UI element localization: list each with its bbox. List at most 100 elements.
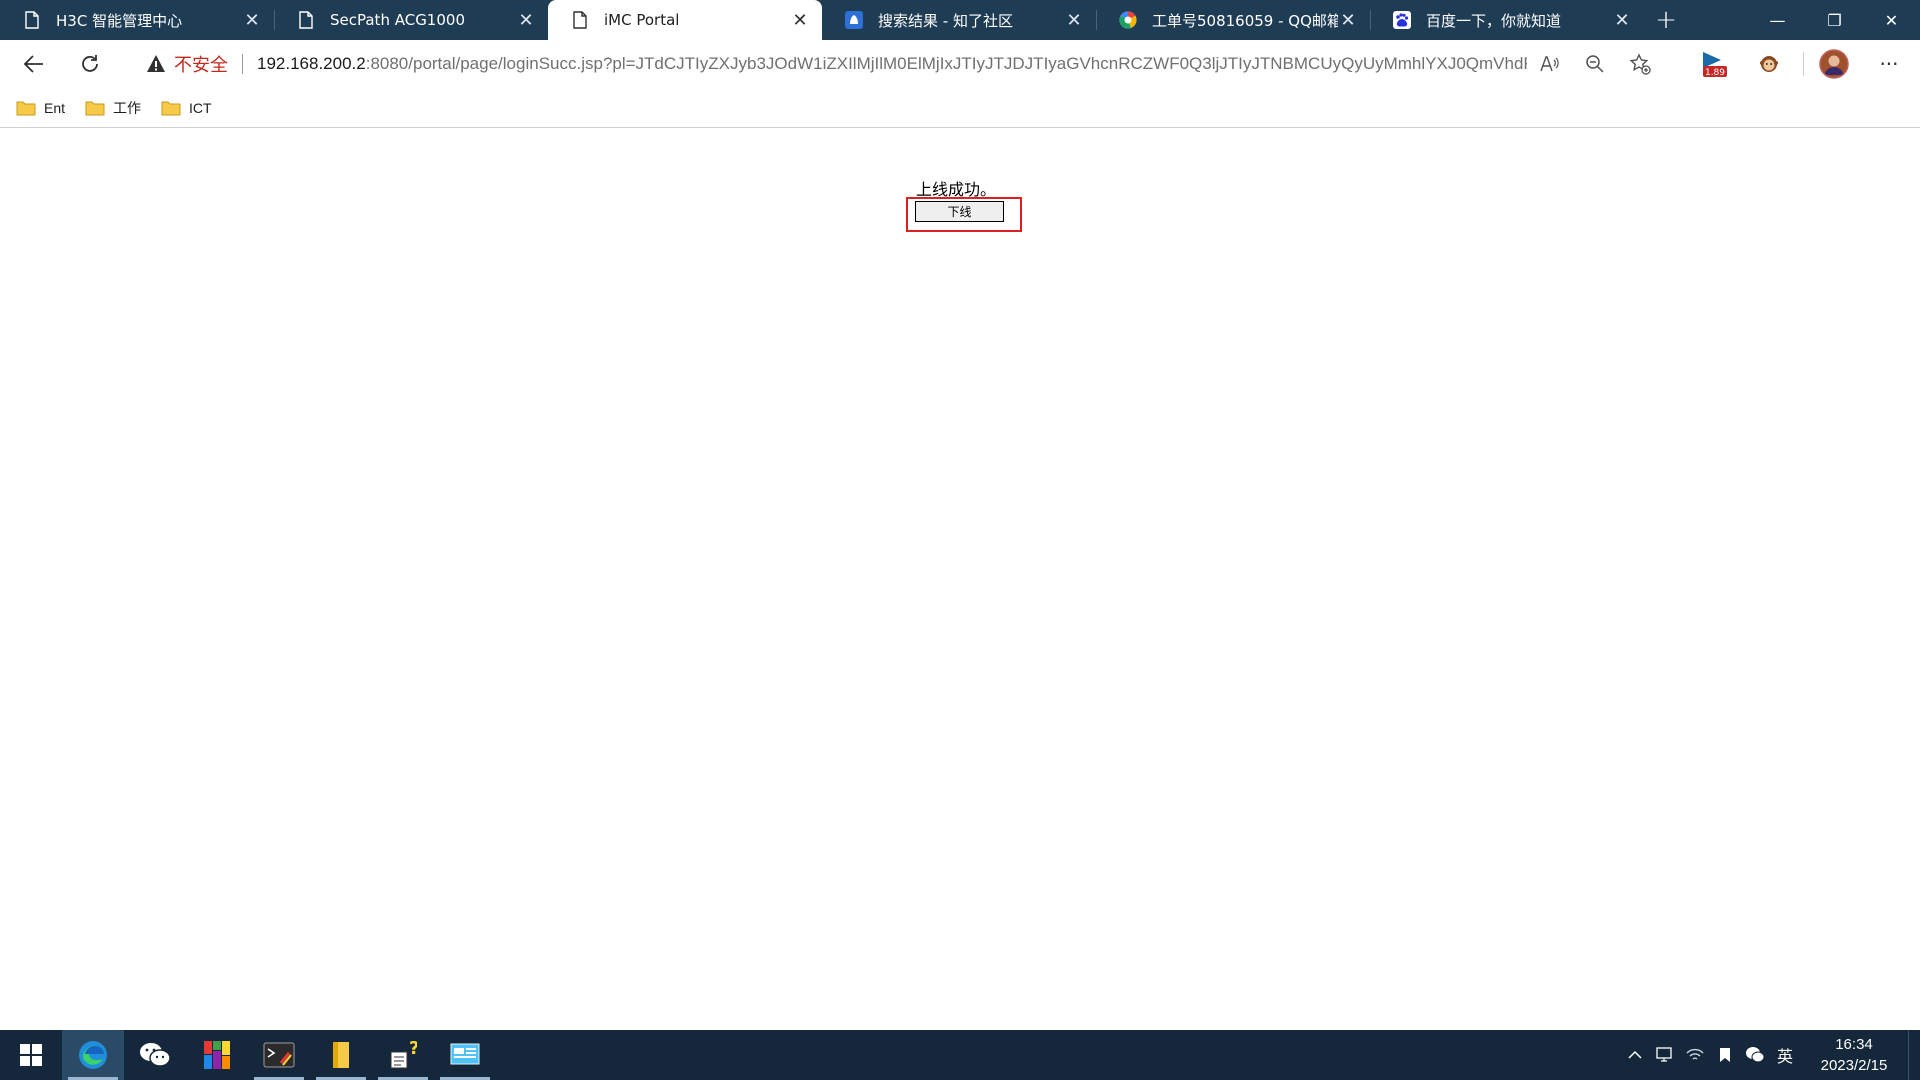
wechat-tray-icon (1746, 1047, 1765, 1063)
tab-baidu[interactable]: 百度一下，你就知道 ✕ (1370, 0, 1644, 40)
favorites-bar: Ent 工作 ICT (0, 88, 1920, 128)
close-tab-icon[interactable]: ✕ (1338, 10, 1358, 31)
pin-icon (1720, 1048, 1730, 1062)
tray-bookmark[interactable] (1710, 1030, 1740, 1080)
taskbar-edge[interactable] (62, 1030, 124, 1080)
warning-icon[interactable] (146, 54, 166, 74)
terminal-icon (263, 1042, 295, 1068)
clock-date: 2023/2/15 (1820, 1057, 1888, 1074)
toolbar-right: 1.89 ··· (1687, 40, 1920, 88)
baidu-icon (1392, 10, 1412, 30)
tab-h3c[interactable]: H3C 智能管理中心 ✕ (0, 0, 274, 40)
tab-title: H3C 智能管理中心 (56, 11, 183, 30)
tiles-icon (204, 1041, 230, 1069)
help-icon: ? (390, 1040, 417, 1069)
tray-wechat[interactable] (1740, 1030, 1770, 1080)
monkey-icon (1760, 56, 1778, 72)
close-tab-icon[interactable]: ✕ (242, 10, 262, 31)
extension-icon: 1.89 (1703, 52, 1727, 78)
display-icon (1656, 1047, 1672, 1062)
zoom-out-icon (1585, 55, 1604, 73)
tab-zhiliao[interactable]: 搜索结果 - 知了社区 ✕ (822, 0, 1096, 40)
address-bar[interactable]: 不安全 192.168.200.2:8080/portal/page/login… (124, 44, 1672, 84)
extension-badge: 1.89 (1705, 68, 1725, 78)
taskbar-file-explorer[interactable] (310, 1030, 372, 1080)
taskbar: ? 英 16:34 2023/2/15 (0, 1030, 1920, 1080)
zhiliao-icon (844, 10, 864, 30)
svg-text:?: ? (409, 1040, 417, 1059)
file-icon (333, 1042, 349, 1068)
restore-button[interactable]: ❐ (1806, 0, 1863, 40)
tray-ime[interactable]: 英 (1770, 1030, 1800, 1080)
refresh-icon (82, 55, 98, 72)
read-aloud-button[interactable] (1527, 46, 1572, 82)
avatar (1819, 49, 1849, 79)
tab-title: 搜索结果 - 知了社区 (878, 11, 1013, 30)
window-controls: — ❐ ✕ (1749, 0, 1920, 40)
extension-button[interactable] (1741, 44, 1797, 84)
start-button[interactable] (0, 1030, 62, 1080)
arrow-left-icon (23, 55, 43, 73)
clock[interactable]: 16:34 2023/2/15 (1800, 1034, 1908, 1076)
favorite-label: ICT (189, 99, 212, 116)
security-status[interactable]: 不安全 (174, 51, 228, 77)
page-icon (570, 10, 590, 30)
url-host: 192.168.200.2 (257, 54, 366, 73)
tab-title: 工单号50816059 - QQ邮箱 (1152, 11, 1338, 30)
clock-time: 16:34 (1835, 1036, 1873, 1053)
divider (242, 54, 243, 74)
tab-imc-portal[interactable]: iMC Portal ✕ (548, 0, 822, 40)
network-icon (450, 1043, 480, 1065)
folder-icon (85, 101, 105, 115)
taskbar-wechat[interactable] (124, 1030, 186, 1080)
close-window-button[interactable]: ✕ (1863, 0, 1920, 40)
url-text[interactable]: 192.168.200.2:8080/portal/page/loginSucc… (257, 54, 1527, 74)
page-content: 上线成功。 下线 (0, 129, 1920, 1029)
show-desktop-button[interactable] (1908, 1030, 1920, 1080)
close-tab-icon[interactable]: ✕ (1612, 10, 1632, 31)
taskbar-help-app[interactable]: ? (372, 1030, 434, 1080)
favorite-folder-work[interactable]: 工作 (85, 98, 141, 118)
read-aloud-icon (1539, 56, 1559, 72)
windows-icon (20, 1044, 42, 1066)
more-icon: ··· (1879, 52, 1899, 76)
wechat-icon (140, 1043, 171, 1067)
back-button[interactable] (12, 44, 56, 84)
folder-icon (161, 101, 181, 115)
tab-title: 百度一下，你就知道 (1426, 11, 1562, 30)
network-status-icon (1686, 1048, 1704, 1060)
favorite-folder-ict[interactable]: ICT (161, 100, 212, 116)
browser-toolbar: 不安全 192.168.200.2:8080/portal/page/login… (0, 40, 1920, 88)
taskbar-network-app[interactable] (434, 1030, 496, 1080)
tab-title: SecPath ACG1000 (330, 11, 465, 29)
chevron-up-icon (1628, 1050, 1642, 1059)
page-icon (22, 10, 42, 30)
minimize-button[interactable]: — (1749, 0, 1806, 40)
extension-button[interactable]: 1.89 (1687, 44, 1741, 84)
tray-display[interactable] (1650, 1030, 1680, 1080)
favorite-label: 工作 (113, 99, 142, 116)
close-tab-icon[interactable]: ✕ (516, 10, 536, 31)
close-tab-icon[interactable]: ✕ (790, 10, 810, 31)
taskbar-colorful-app[interactable] (186, 1030, 248, 1080)
qqmail-icon (1118, 10, 1138, 30)
add-favorite-button[interactable] (1617, 46, 1662, 82)
favorite-folder-ent[interactable]: Ent (16, 100, 65, 116)
page-icon (296, 10, 316, 30)
settings-more-button[interactable]: ··· (1858, 44, 1920, 84)
profile-button[interactable] (1810, 44, 1858, 84)
logout-button[interactable]: 下线 (915, 201, 1004, 222)
tab-qqmail[interactable]: 工单号50816059 - QQ邮箱 ✕ (1096, 0, 1370, 40)
refresh-button[interactable] (68, 44, 112, 84)
tray-network[interactable] (1680, 1030, 1710, 1080)
tab-strip: H3C 智能管理中心 ✕ SecPath ACG1000 ✕ iMC Porta… (0, 0, 1920, 40)
zoom-button[interactable] (1572, 46, 1617, 82)
tray-overflow-button[interactable] (1620, 1030, 1650, 1080)
tab-secpath[interactable]: SecPath ACG1000 ✕ (274, 0, 548, 40)
folder-icon (16, 101, 36, 115)
edge-icon (79, 1041, 107, 1069)
new-tab-button[interactable]: + (1644, 0, 1688, 40)
taskbar-terminal-app[interactable] (248, 1030, 310, 1080)
url-path: :8080/portal/page/loginSucc.jsp?pl=JTdCJ… (365, 54, 1527, 73)
close-tab-icon[interactable]: ✕ (1064, 10, 1084, 31)
